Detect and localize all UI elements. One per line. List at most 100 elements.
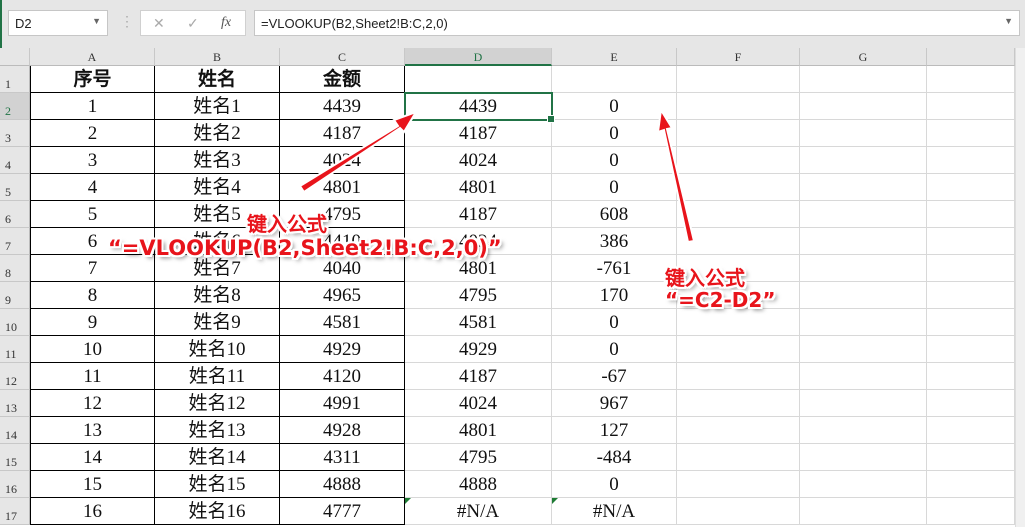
row-header-9[interactable]: 9 — [0, 282, 30, 309]
table-cell[interactable] — [677, 363, 800, 390]
row-header-6[interactable]: 6 — [0, 201, 30, 228]
row-header-12[interactable]: 12 — [0, 363, 30, 390]
table-cell[interactable]: 9 — [30, 309, 155, 336]
table-cell[interactable]: 姓名14 — [155, 444, 280, 471]
table-cell[interactable]: 4187 — [405, 201, 552, 228]
column-header-a[interactable]: A — [30, 48, 155, 66]
table-cell[interactable]: 4929 — [405, 336, 552, 363]
row-header-8[interactable]: 8 — [0, 255, 30, 282]
table-cell[interactable] — [927, 174, 1015, 201]
table-cell[interactable] — [927, 390, 1015, 417]
row-header-7[interactable]: 7 — [0, 228, 30, 255]
table-cell[interactable]: 15 — [30, 471, 155, 498]
table-cell[interactable]: 4581 — [280, 309, 405, 336]
table-cell[interactable] — [677, 444, 800, 471]
table-cell[interactable] — [800, 201, 927, 228]
table-cell[interactable]: 967 — [552, 390, 677, 417]
table-cell[interactable]: 4928 — [280, 417, 405, 444]
table-cell[interactable] — [800, 498, 927, 525]
table-cell[interactable]: 4795 — [405, 444, 552, 471]
table-cell[interactable]: 4187 — [405, 120, 552, 147]
table-cell[interactable] — [927, 255, 1015, 282]
column-header-c[interactable]: C — [280, 48, 405, 66]
table-cell[interactable]: 8 — [30, 282, 155, 309]
table-cell[interactable] — [927, 417, 1015, 444]
table-cell[interactable] — [800, 336, 927, 363]
table-cell[interactable] — [927, 309, 1015, 336]
table-cell[interactable]: 0 — [552, 471, 677, 498]
header-cell[interactable] — [800, 66, 927, 93]
table-cell[interactable]: 0 — [552, 120, 677, 147]
column-header-g[interactable]: G — [800, 48, 927, 66]
table-cell[interactable] — [927, 282, 1015, 309]
table-cell[interactable]: 2 — [30, 120, 155, 147]
table-cell[interactable]: 0 — [552, 174, 677, 201]
table-cell[interactable] — [927, 336, 1015, 363]
table-cell[interactable]: 4024 — [405, 390, 552, 417]
header-cell[interactable] — [927, 66, 1015, 93]
table-cell[interactable]: 姓名3 — [155, 147, 280, 174]
table-cell[interactable]: 姓名12 — [155, 390, 280, 417]
table-cell[interactable]: #N/A — [552, 498, 677, 525]
table-cell[interactable] — [800, 282, 927, 309]
table-cell[interactable]: 127 — [552, 417, 677, 444]
row-header-16[interactable]: 16 — [0, 471, 30, 498]
table-cell[interactable]: 姓名8 — [155, 282, 280, 309]
table-cell[interactable] — [800, 147, 927, 174]
table-cell[interactable]: 0 — [552, 93, 677, 120]
error-indicator-icon[interactable] — [552, 498, 558, 504]
table-cell[interactable] — [677, 174, 800, 201]
table-cell[interactable]: 170 — [552, 282, 677, 309]
column-header-b[interactable]: B — [155, 48, 280, 66]
table-cell[interactable] — [800, 120, 927, 147]
row-header-17[interactable]: 17 — [0, 498, 30, 525]
table-cell[interactable] — [800, 93, 927, 120]
row-header-4[interactable]: 4 — [0, 147, 30, 174]
table-cell[interactable]: 4311 — [280, 444, 405, 471]
table-cell[interactable] — [677, 498, 800, 525]
table-cell[interactable] — [927, 120, 1015, 147]
table-cell[interactable] — [677, 390, 800, 417]
table-cell[interactable]: 4777 — [280, 498, 405, 525]
table-cell[interactable] — [677, 336, 800, 363]
header-cell[interactable]: 姓名 — [155, 66, 280, 93]
table-cell[interactable]: 4888 — [280, 471, 405, 498]
row-header-15[interactable]: 15 — [0, 444, 30, 471]
table-cell[interactable]: -761 — [552, 255, 677, 282]
table-cell[interactable] — [927, 363, 1015, 390]
table-cell[interactable] — [927, 498, 1015, 525]
table-cell[interactable]: 4187 — [280, 120, 405, 147]
table-cell[interactable]: 4024 — [405, 147, 552, 174]
row-header-3[interactable]: 3 — [0, 120, 30, 147]
table-cell[interactable] — [677, 228, 800, 255]
chevron-down-icon[interactable]: ▼ — [92, 16, 101, 26]
table-cell[interactable]: 4888 — [405, 471, 552, 498]
table-cell[interactable]: 4024 — [280, 147, 405, 174]
table-cell[interactable]: 0 — [552, 309, 677, 336]
table-cell[interactable]: 4929 — [280, 336, 405, 363]
table-cell[interactable]: 4965 — [280, 282, 405, 309]
table-cell[interactable]: 608 — [552, 201, 677, 228]
table-cell[interactable] — [677, 120, 800, 147]
table-cell[interactable]: 4187 — [405, 363, 552, 390]
table-cell[interactable]: 13 — [30, 417, 155, 444]
name-box[interactable]: D2 ▼ — [8, 10, 108, 36]
table-cell[interactable]: 5 — [30, 201, 155, 228]
table-cell[interactable]: 4120 — [280, 363, 405, 390]
table-cell[interactable] — [927, 147, 1015, 174]
table-cell[interactable]: 姓名2 — [155, 120, 280, 147]
table-cell[interactable] — [927, 201, 1015, 228]
cancel-icon[interactable]: ✕ — [153, 15, 165, 32]
row-header-5[interactable]: 5 — [0, 174, 30, 201]
vertical-scrollbar[interactable] — [1015, 48, 1025, 527]
table-cell[interactable] — [927, 471, 1015, 498]
error-indicator-icon[interactable] — [405, 498, 411, 504]
table-cell[interactable]: 4 — [30, 174, 155, 201]
table-cell[interactable]: 姓名16 — [155, 498, 280, 525]
header-cell[interactable]: 序号 — [30, 66, 155, 93]
table-cell[interactable] — [800, 471, 927, 498]
table-cell[interactable]: 11 — [30, 363, 155, 390]
column-header-h[interactable] — [927, 48, 1015, 66]
expand-formula-icon[interactable]: ▼ — [1004, 16, 1013, 26]
table-cell[interactable] — [800, 228, 927, 255]
